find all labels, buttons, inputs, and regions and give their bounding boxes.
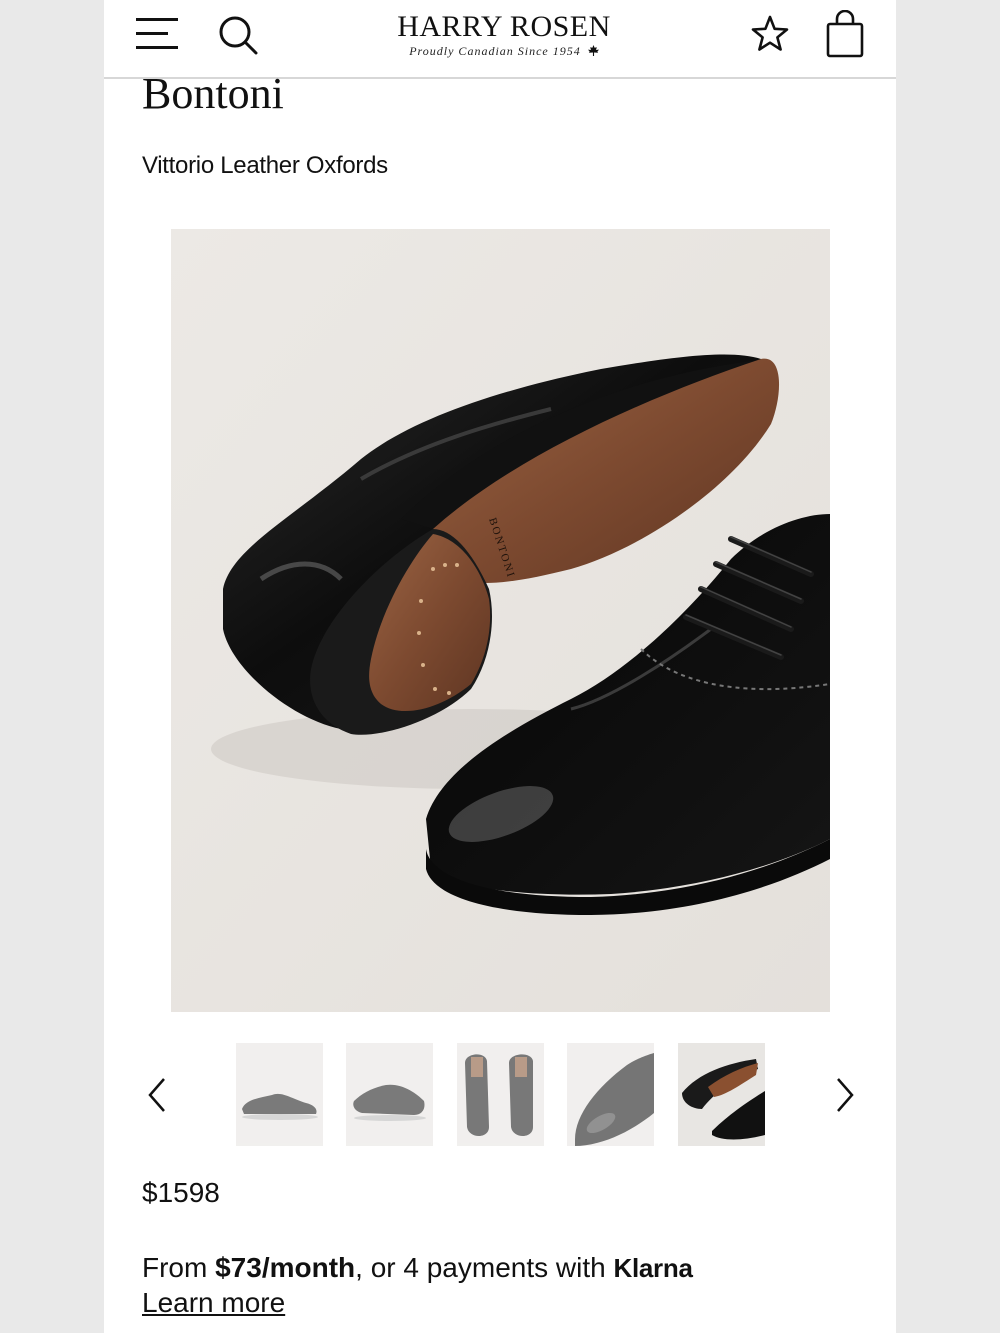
- harry-rosen-logo[interactable]: HARRY ROSEN Proudly Canadian Since 1954: [354, 10, 654, 58]
- chevron-left-icon[interactable]: [142, 1075, 172, 1115]
- maple-leaf-icon: [587, 45, 599, 56]
- klarna-financing-text: From $73/month, or 4 payments with Klarn…: [142, 1252, 693, 1284]
- search-icon[interactable]: [218, 15, 258, 55]
- thumbnail-3[interactable]: [457, 1043, 544, 1146]
- thumbnail-1[interactable]: [236, 1043, 323, 1146]
- menu-icon[interactable]: [136, 14, 178, 52]
- shopping-bag-icon[interactable]: [824, 10, 866, 58]
- product-page: HARRY ROSEN Proudly Canadian Since 1954 …: [104, 0, 896, 1333]
- product-title: Vittorio Leather Oxfords: [142, 152, 388, 179]
- logo-tagline: Proudly Canadian Since 1954: [354, 44, 654, 58]
- financing-prefix: From: [142, 1252, 208, 1283]
- thumbnail-5-selected[interactable]: [678, 1043, 765, 1146]
- chevron-right-icon[interactable]: [830, 1075, 860, 1115]
- financing-middle-text: , or 4 payments with: [355, 1252, 606, 1283]
- product-price: $1598: [142, 1177, 220, 1208]
- star-icon[interactable]: [750, 14, 790, 54]
- thumbnail-4[interactable]: [567, 1043, 654, 1146]
- logo-wordmark: HARRY ROSEN: [397, 10, 611, 43]
- product-main-image[interactable]: BONTONI: [171, 229, 830, 1012]
- klarna-logo: Klarna: [613, 1253, 693, 1283]
- financing-monthly-amount: $73/month: [215, 1252, 356, 1283]
- thumbnail-2[interactable]: [346, 1043, 433, 1146]
- learn-more-link[interactable]: Learn more: [142, 1287, 285, 1319]
- brand-name[interactable]: Bontoni: [142, 68, 284, 120]
